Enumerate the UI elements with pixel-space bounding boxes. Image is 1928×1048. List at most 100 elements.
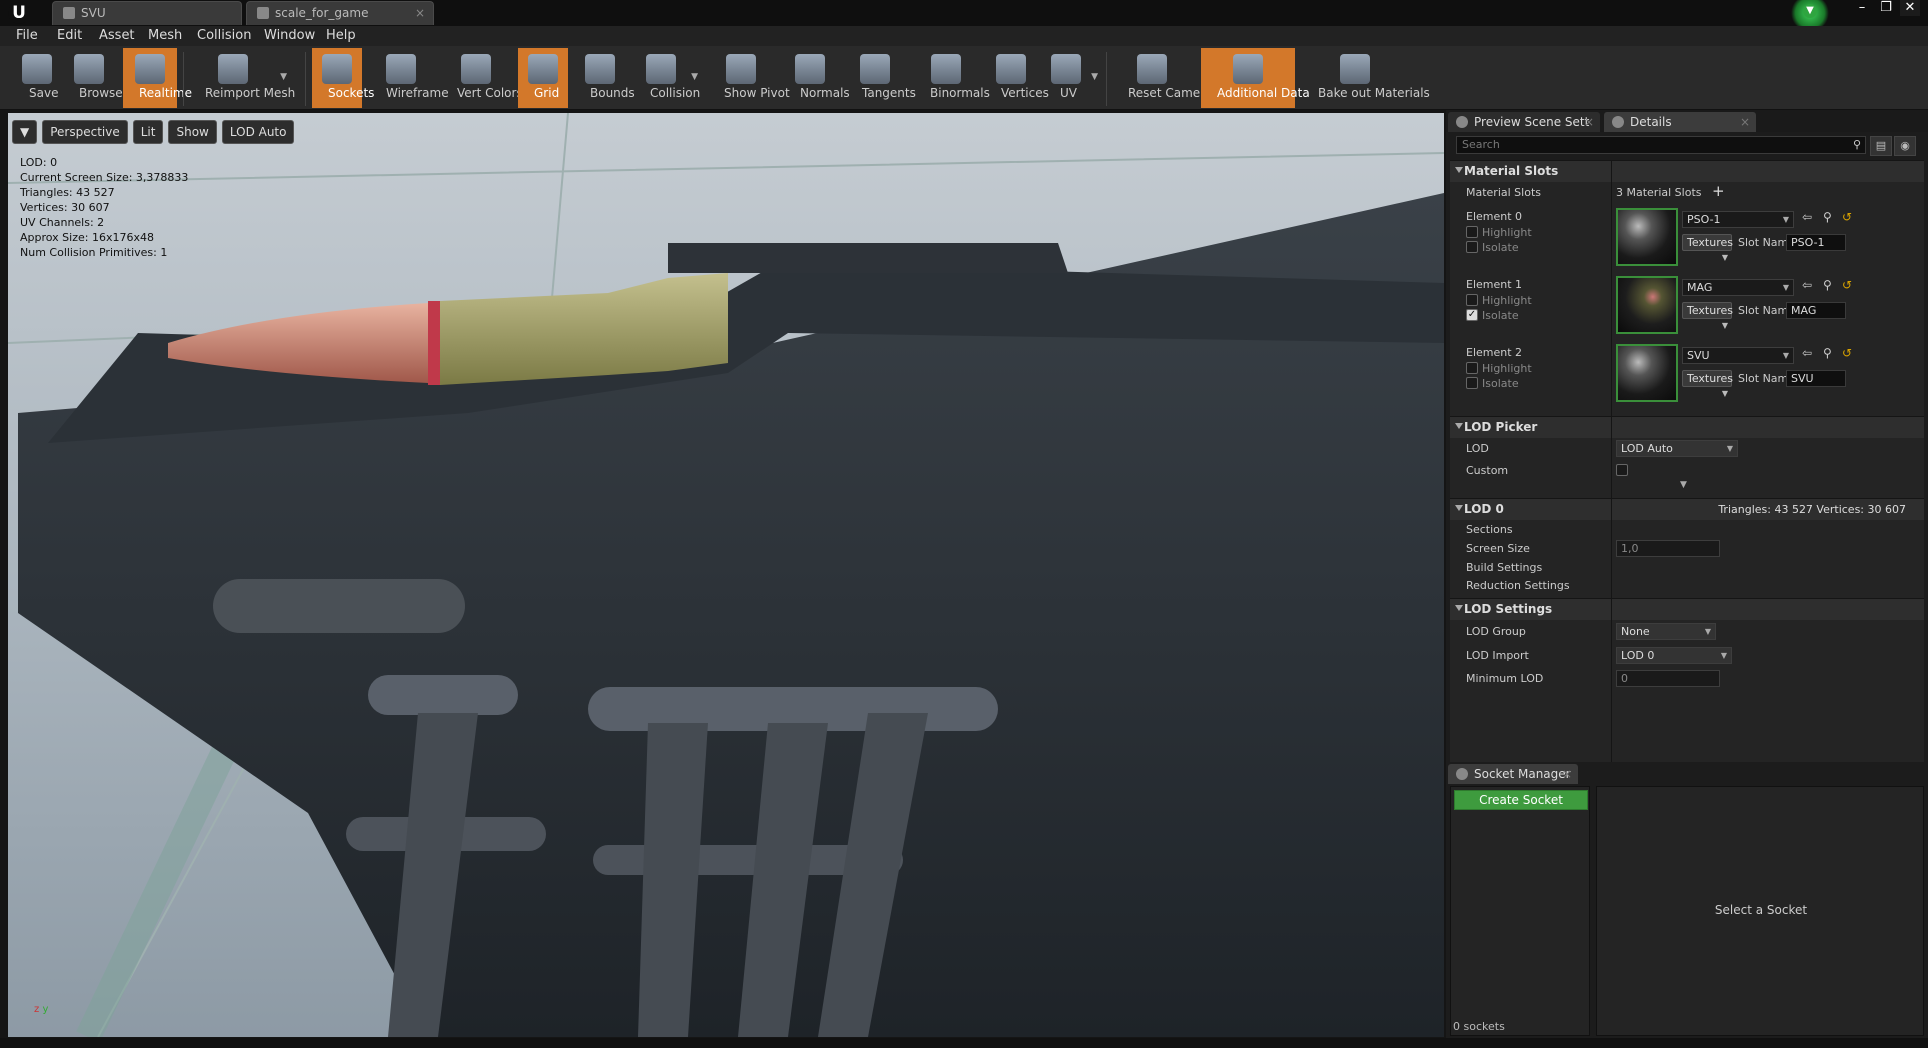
close-tab-icon[interactable]: × bbox=[1584, 112, 1594, 132]
perspective-button[interactable]: Perspective bbox=[42, 120, 128, 144]
browse-asset-icon[interactable]: ⚲ bbox=[1823, 346, 1832, 360]
uv-icon bbox=[1051, 54, 1081, 84]
lod0-header[interactable]: LOD 0 Triangles: 43 527 Vertices: 30 607 bbox=[1450, 498, 1924, 520]
wireframe-button[interactable]: Wireframe bbox=[370, 48, 449, 108]
use-selected-icon[interactable]: ⇦ bbox=[1802, 278, 1812, 292]
reimport-icon bbox=[218, 54, 248, 84]
browse-asset-icon[interactable]: ⚲ bbox=[1823, 278, 1832, 292]
close-tab-icon[interactable]: × bbox=[1562, 764, 1572, 784]
expand-arrow-icon[interactable]: ▼ bbox=[1680, 480, 1687, 490]
sockets-button[interactable]: Sockets bbox=[312, 48, 374, 108]
vertices-button[interactable]: Vertices bbox=[985, 48, 1049, 108]
details-search-input[interactable]: Search ⚲ bbox=[1456, 136, 1866, 154]
bounds-button[interactable]: Bounds bbox=[574, 48, 635, 108]
additional-data-button[interactable]: Additional Data bbox=[1201, 48, 1310, 108]
highlight-checkbox[interactable] bbox=[1466, 226, 1478, 238]
show-pivot-button[interactable]: Show Pivot bbox=[708, 48, 790, 108]
textures-dropdown[interactable]: Textures ▼ bbox=[1682, 234, 1733, 262]
grid-button[interactable]: Grid bbox=[518, 48, 568, 108]
lod-picker-header[interactable]: LOD Picker bbox=[1450, 416, 1924, 438]
sections-row[interactable]: Sections bbox=[1450, 520, 1924, 538]
add-slot-icon[interactable]: + bbox=[1712, 182, 1725, 200]
material-picker[interactable]: MAG ▼ bbox=[1682, 279, 1794, 296]
slot-name-input[interactable]: PSO-1 bbox=[1786, 234, 1846, 251]
dropdown-arrow-icon[interactable]: ▼ bbox=[280, 72, 287, 82]
screen-size-input[interactable]: 1,0 bbox=[1616, 540, 1720, 557]
tab-socket-manager[interactable]: Socket Manager × bbox=[1448, 764, 1578, 784]
menu-file[interactable]: File bbox=[16, 26, 38, 46]
tab-details[interactable]: Details × bbox=[1604, 112, 1756, 132]
vert-colors-button[interactable]: Vert Colors bbox=[441, 48, 523, 108]
material-slots-header[interactable]: Material Slots bbox=[1450, 160, 1924, 182]
binormals-button[interactable]: Binormals bbox=[914, 48, 990, 108]
lod-auto-button[interactable]: LOD Auto bbox=[221, 120, 295, 144]
tangents-button[interactable]: Tangents bbox=[846, 48, 916, 108]
material-picker[interactable]: PSO-1 ▼ bbox=[1682, 211, 1794, 228]
slot-name-input[interactable]: SVU bbox=[1786, 370, 1846, 387]
view-options-icon[interactable]: ▤ bbox=[1870, 136, 1892, 156]
dropdown-arrow-icon: ▼ bbox=[1704, 627, 1711, 636]
highlight-checkbox[interactable] bbox=[1466, 294, 1478, 306]
menu-collision[interactable]: Collision bbox=[197, 26, 251, 46]
tab-preview-scene-settings[interactable]: Preview Scene Sett × bbox=[1448, 112, 1600, 132]
save-button[interactable]: Save bbox=[13, 48, 61, 108]
details-icon bbox=[1612, 116, 1624, 128]
menu-help[interactable]: Help bbox=[326, 26, 356, 46]
reset-icon[interactable]: ↺ bbox=[1842, 346, 1852, 360]
isolate-checkbox[interactable] bbox=[1466, 241, 1478, 253]
menu-mesh[interactable]: Mesh bbox=[148, 26, 182, 46]
create-socket-button[interactable]: Create Socket bbox=[1454, 790, 1588, 810]
textures-dropdown[interactable]: Textures ▼ bbox=[1682, 370, 1733, 398]
lit-button[interactable]: Lit bbox=[132, 120, 164, 144]
custom-lod-checkbox[interactable] bbox=[1616, 464, 1628, 476]
close-window-icon[interactable]: ✕ bbox=[1900, 0, 1920, 16]
reset-icon[interactable]: ↺ bbox=[1842, 278, 1852, 292]
isolate-checkbox[interactable]: ✓ bbox=[1466, 309, 1478, 321]
uv-button[interactable]: UV ▼ bbox=[1044, 48, 1098, 108]
minimum-lod-input[interactable]: 0 bbox=[1616, 670, 1720, 687]
close-tab-icon[interactable]: × bbox=[1740, 112, 1750, 132]
custom-lod-row: Custom bbox=[1450, 460, 1924, 482]
lod-import-dropdown[interactable]: LOD 0 ▼ bbox=[1616, 647, 1732, 664]
material-thumbnail[interactable] bbox=[1616, 276, 1678, 334]
reimport-mesh-button[interactable]: Reimport Mesh ▼ bbox=[189, 48, 295, 108]
maximize-icon[interactable]: ❐ bbox=[1876, 0, 1896, 16]
menu-window[interactable]: Window bbox=[264, 26, 315, 46]
visibility-icon[interactable]: ◉ bbox=[1894, 136, 1916, 156]
dropdown-arrow-icon: ▼ bbox=[1721, 389, 1728, 398]
viewport-options-button[interactable]: ▼ bbox=[12, 120, 38, 144]
lod-settings-header[interactable]: LOD Settings bbox=[1450, 598, 1924, 620]
material-slots-row: Material Slots 3 Material Slots + bbox=[1466, 182, 1725, 200]
lod-dropdown[interactable]: LOD Auto ▼ bbox=[1616, 440, 1738, 457]
browse-asset-icon[interactable]: ⚲ bbox=[1823, 210, 1832, 224]
dropdown-arrow-icon[interactable]: ▼ bbox=[691, 72, 698, 82]
realtime-button[interactable]: Realtime bbox=[123, 48, 192, 108]
browse-button[interactable]: Browse bbox=[63, 48, 123, 108]
menu-edit[interactable]: Edit bbox=[57, 26, 82, 46]
collision-button[interactable]: Collision ▼ bbox=[634, 48, 700, 108]
viewport[interactable]: ▼ Perspective Lit Show LOD Auto LOD: 0 C… bbox=[8, 113, 1444, 1037]
normals-button[interactable]: Normals bbox=[784, 48, 850, 108]
close-tab-icon[interactable]: × bbox=[415, 2, 425, 24]
lod-group-dropdown[interactable]: None ▼ bbox=[1616, 623, 1716, 640]
use-selected-icon[interactable]: ⇦ bbox=[1802, 210, 1812, 224]
tab-svu[interactable]: SVU bbox=[52, 1, 242, 25]
highlight-checkbox[interactable] bbox=[1466, 362, 1478, 374]
bake-out-materials-button[interactable]: Bake out Materials bbox=[1302, 48, 1430, 108]
isolate-checkbox[interactable] bbox=[1466, 377, 1478, 389]
reset-icon[interactable]: ↺ bbox=[1842, 210, 1852, 224]
use-selected-icon[interactable]: ⇦ bbox=[1802, 346, 1812, 360]
material-thumbnail[interactable] bbox=[1616, 208, 1678, 266]
dropdown-arrow-icon[interactable]: ▼ bbox=[1091, 72, 1098, 82]
minimize-icon[interactable]: – bbox=[1852, 0, 1872, 16]
reduction-settings-row[interactable]: Reduction Settings bbox=[1450, 576, 1924, 594]
menu-asset[interactable]: Asset bbox=[99, 26, 135, 46]
show-button[interactable]: Show bbox=[168, 120, 217, 144]
tab-scale-for-game[interactable]: scale_for_game × bbox=[246, 1, 434, 25]
material-thumbnail[interactable] bbox=[1616, 344, 1678, 402]
slot-name-input[interactable]: MAG bbox=[1786, 302, 1846, 319]
build-settings-row[interactable]: Build Settings bbox=[1450, 558, 1924, 576]
material-picker[interactable]: SVU ▼ bbox=[1682, 347, 1794, 364]
reset-camera-button[interactable]: Reset Camera bbox=[1112, 48, 1212, 108]
textures-dropdown[interactable]: Textures ▼ bbox=[1682, 302, 1733, 330]
